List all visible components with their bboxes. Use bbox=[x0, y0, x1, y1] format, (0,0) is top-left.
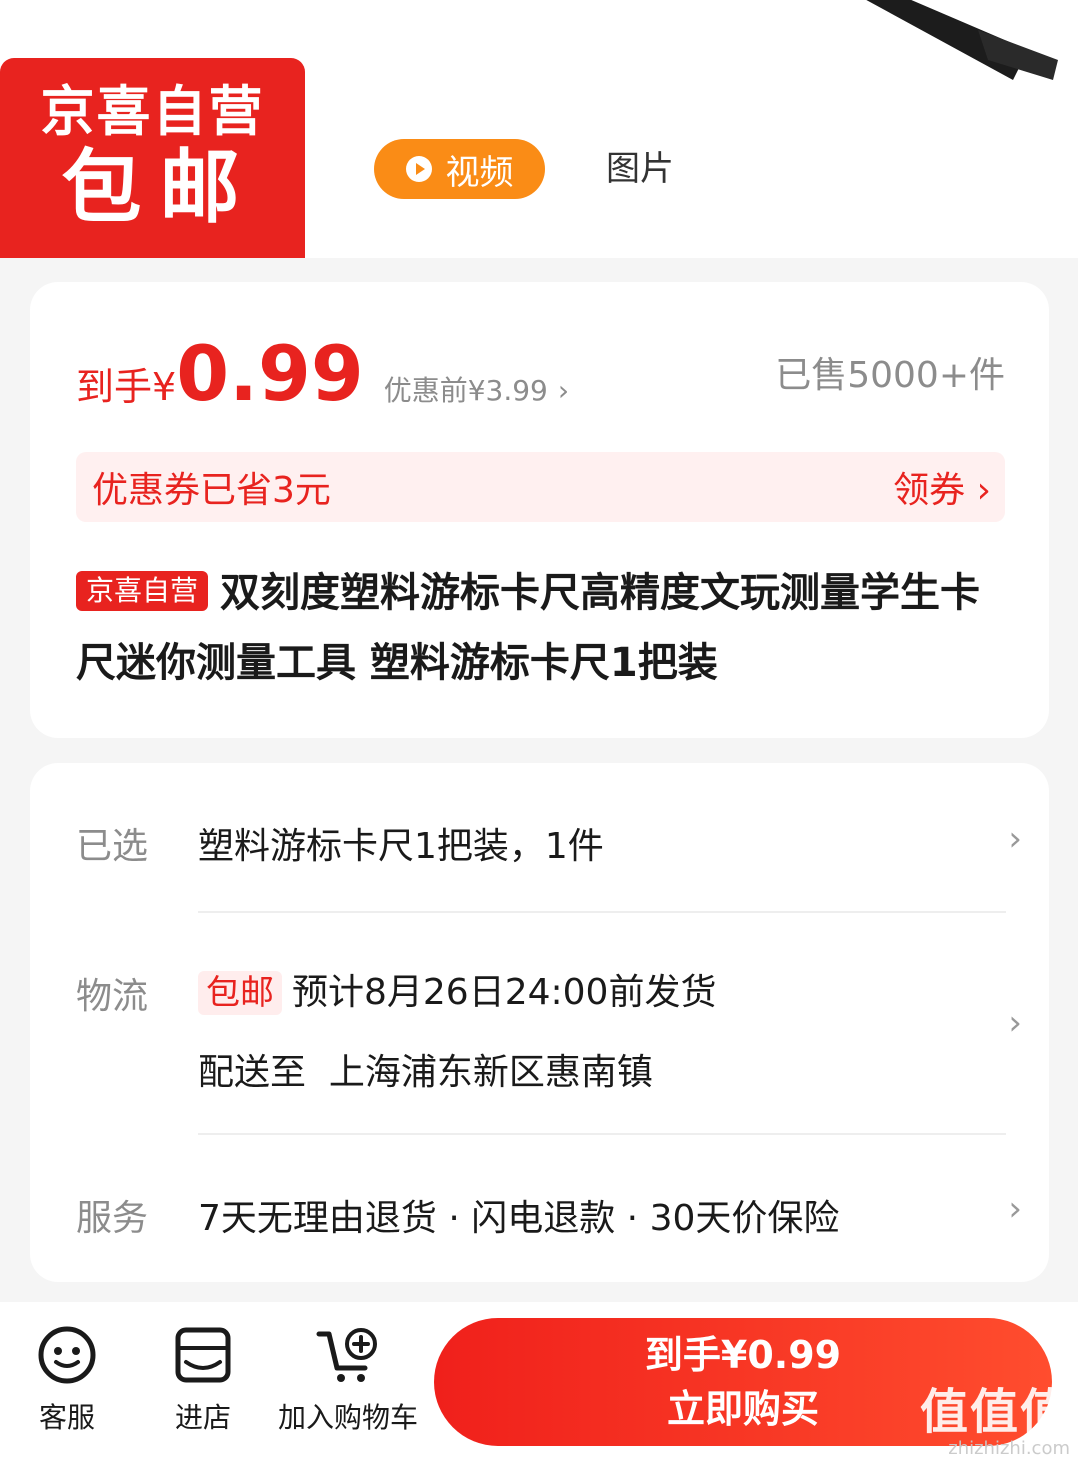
selected-label: 已选 bbox=[76, 826, 149, 867]
logistics-label: 物流 bbox=[76, 976, 149, 1017]
logistics-row[interactable]: 物流 包邮 预计8月26日24:00前发货 配送至 上海浦东新区惠南镇 › bbox=[76, 961, 1022, 1093]
chevron-right-icon: › bbox=[557, 374, 570, 407]
buy-now-price: 到手¥0.99 bbox=[644, 1333, 842, 1377]
info-card: 已选 塑料游标卡尺1把装，1件 › 物流 包邮 预计8月26日24:00前发货 配… bbox=[30, 763, 1049, 1282]
ship-to-line: 配送至 上海浦东新区惠南镇 bbox=[198, 1043, 653, 1095]
price-value: 0.99 bbox=[176, 329, 364, 418]
play-icon bbox=[405, 156, 432, 182]
badge-line1: 京喜自营 bbox=[40, 80, 265, 143]
jx-free-shipping-badge: 京喜自营 包邮 bbox=[0, 58, 305, 258]
price-row: 到手¥ 0.99 优惠前¥3.99 › bbox=[76, 334, 569, 414]
media-header: 京喜自营 包邮 视频 图片 bbox=[0, 0, 1078, 258]
price-card: 到手¥ 0.99 优惠前¥3.99 › 已售5000+件 优惠券已省3元 领券 ›… bbox=[30, 282, 1049, 738]
watermark-logo: 值值值 bbox=[919, 1384, 1070, 1440]
sold-count: 已售5000+件 bbox=[775, 355, 1005, 396]
ship-to-address: 上海浦东新区惠南镇 bbox=[328, 1052, 653, 1093]
chevron-right-icon: › bbox=[976, 470, 991, 511]
cart-add-icon bbox=[316, 1328, 377, 1382]
customer-service-label: 客服 bbox=[38, 1401, 95, 1434]
watermark-site: zhizhizhi.com bbox=[948, 1438, 1070, 1459]
tab-photo[interactable]: 图片 bbox=[606, 146, 674, 192]
product-title-block: 京喜自营 双刻度塑料游标卡尺高精度文玩测量学生卡尺迷你测量工具 塑料游标卡尺1把装 bbox=[76, 558, 1016, 698]
chevron-right-icon: › bbox=[1008, 1189, 1022, 1229]
get-coupon-button[interactable]: 领券 › bbox=[893, 461, 991, 513]
price-before-label: 优惠前¥3.99 bbox=[383, 374, 548, 407]
bottom-action-bar: 客服 进店 加入购物车 到手¥0.99 立即购买 值值值 zhizhizhi.c… bbox=[0, 1302, 1078, 1466]
price-before-discount[interactable]: 优惠前¥3.99 › bbox=[384, 369, 569, 409]
chevron-right-icon: › bbox=[1008, 819, 1022, 859]
price-prefix: 到手¥ bbox=[76, 365, 177, 409]
divider bbox=[198, 911, 1006, 913]
product-image-fragment bbox=[866, 0, 1058, 80]
ship-to-label: 配送至 bbox=[198, 1052, 307, 1093]
customer-service-button[interactable]: 客服 bbox=[32, 1324, 102, 1436]
coupon-bar[interactable]: 优惠券已省3元 领券 › bbox=[76, 452, 1005, 522]
selected-row[interactable]: 已选 塑料游标卡尺1把装，1件 › bbox=[76, 813, 1022, 873]
service-value: 7天无理由退货 · 闪电退款 · 30天价保险 bbox=[198, 1198, 840, 1239]
tab-video-label: 视频 bbox=[445, 152, 514, 193]
selected-value: 塑料游标卡尺1把装，1件 bbox=[198, 826, 604, 867]
add-to-cart-button[interactable]: 加入购物车 bbox=[272, 1324, 424, 1436]
self-operated-tag: 京喜自营 bbox=[76, 571, 209, 611]
badge-line2: 包邮 bbox=[61, 141, 258, 234]
add-to-cart-label: 加入购物车 bbox=[277, 1401, 418, 1434]
service-row[interactable]: 服务 7天无理由退货 · 闪电退款 · 30天价保险 › bbox=[76, 1187, 1022, 1247]
chevron-right-icon: › bbox=[1008, 1003, 1022, 1043]
logistics-eta: 预计8月26日24:00前发货 bbox=[292, 972, 717, 1013]
site-watermark: 值值值 zhizhizhi.com bbox=[920, 1386, 1070, 1460]
customer-service-icon bbox=[38, 1326, 96, 1384]
store-icon bbox=[175, 1327, 231, 1383]
free-shipping-tag: 包邮 bbox=[198, 971, 282, 1015]
coupon-text: 优惠券已省3元 bbox=[92, 470, 331, 511]
store-label: 进店 bbox=[174, 1401, 231, 1434]
divider bbox=[198, 1133, 1006, 1135]
get-coupon-label: 领券 bbox=[893, 470, 966, 511]
logistics-eta-line: 包邮 预计8月26日24:00前发货 bbox=[198, 963, 716, 1015]
service-label: 服务 bbox=[76, 1198, 149, 1239]
store-button[interactable]: 进店 bbox=[168, 1324, 238, 1436]
tab-video[interactable]: 视频 bbox=[374, 139, 545, 199]
product-title: 双刻度塑料游标卡尺高精度文玩测量学生卡尺迷你测量工具 塑料游标卡尺1把装 bbox=[76, 570, 981, 686]
